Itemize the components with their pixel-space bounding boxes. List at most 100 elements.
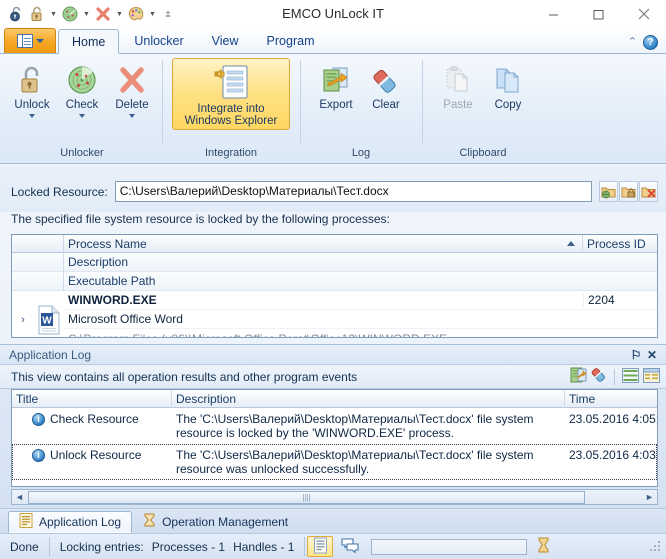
collapse-ribbon-icon[interactable]: ⌃ xyxy=(628,37,637,48)
ribbon-group-unlocker-label: Unlocker xyxy=(60,147,104,159)
list-item[interactable]: i Check Resource The 'C:\Users\Валерий\D… xyxy=(12,408,657,444)
check-button[interactable]: Check xyxy=(58,58,106,119)
clear-resource-button[interactable] xyxy=(639,181,658,202)
check-dropdown-icon[interactable]: ▼ xyxy=(81,3,92,25)
detail-view-icon[interactable] xyxy=(643,367,660,386)
process-grid-subheader-description: Description xyxy=(12,252,657,272)
column-header-process-id[interactable]: Process ID xyxy=(583,235,657,253)
padlock-open-icon xyxy=(17,63,47,97)
operation-management-toggle[interactable] xyxy=(337,536,363,557)
check-icon[interactable] xyxy=(60,3,80,25)
log-document-icon xyxy=(313,537,328,557)
scroll-right-icon[interactable]: ► xyxy=(642,492,657,502)
ribbon-group-clipboard: Paste Copy Clipboard xyxy=(422,54,544,163)
sort-ascending-icon xyxy=(567,240,575,246)
chevron-down-icon[interactable] xyxy=(29,114,35,118)
chevron-down-icon[interactable] xyxy=(79,114,85,118)
table-row-cells: WINWORD.EXE 2204 Microsoft Office Word C… xyxy=(64,291,657,338)
browse-folder-button[interactable] xyxy=(619,181,638,202)
export-icon xyxy=(320,63,352,97)
copy-button[interactable]: Copy xyxy=(484,58,532,112)
table-row-line-path: C:\Program Files (x86)\Microsoft Office … xyxy=(64,329,657,338)
unlock-dropdown-icon[interactable]: ▼ xyxy=(48,3,59,25)
horizontal-scrollbar[interactable]: ◄ |||| ► xyxy=(11,489,658,505)
ribbon-group-integration: Integrate into Windows Explorer Integrat… xyxy=(162,54,300,163)
copy-button-label: Copy xyxy=(494,99,522,111)
export-button[interactable]: Export xyxy=(312,58,360,112)
resize-grip[interactable] xyxy=(649,540,663,554)
integrate-into-windows-explorer-button[interactable]: Integrate into Windows Explorer xyxy=(172,58,290,130)
word-document-icon: W xyxy=(34,291,64,337)
unlock-button-label: Unlock xyxy=(14,99,50,111)
close-button[interactable] xyxy=(621,0,666,28)
log-row-title-cell: i Check Resource xyxy=(12,408,172,444)
tab-program[interactable]: Program xyxy=(254,28,328,53)
unlock-all-icon[interactable] xyxy=(6,3,26,25)
status-bar: Done Locking entries: Processes - 1 Hand… xyxy=(0,533,666,559)
process-grid-header: Process Name Process ID xyxy=(12,235,657,253)
locked-resource-hint: The specified file system resource is lo… xyxy=(11,212,390,226)
application-window: ▼ ▼ ▼ ▼ ⩲ EMCO UnLock IT Home Unlocker V… xyxy=(0,0,666,559)
locked-resource-buttons xyxy=(599,181,658,202)
column-header-time[interactable]: Time xyxy=(565,390,657,408)
radar-icon xyxy=(67,63,97,97)
status-locking-entries: Locking entries: Processes - 1 Handles -… xyxy=(50,534,305,559)
tab-view[interactable]: View xyxy=(199,28,252,53)
cell-process-name: WINWORD.EXE xyxy=(68,293,157,307)
browse-resource-button[interactable] xyxy=(599,181,618,202)
status-busy-indicator xyxy=(533,534,554,559)
tab-home[interactable]: Home xyxy=(58,29,120,54)
ribbon-group-clipboard-label: Clipboard xyxy=(459,147,507,159)
dock-tab-operation-management[interactable]: Operation Management xyxy=(132,511,299,533)
export-button-label: Export xyxy=(319,99,353,111)
scroll-left-icon[interactable]: ◄ xyxy=(12,492,27,502)
clear-button[interactable]: Clear xyxy=(362,58,410,112)
application-log-subtitle: This view contains all operation results… xyxy=(11,369,358,384)
dock-tab-application-log[interactable]: Application Log xyxy=(8,511,133,533)
table-row[interactable]: › W WINWORD.EXE 2204 Microsoft Office Wo… xyxy=(12,291,657,338)
delete-dropdown-icon[interactable]: ▼ xyxy=(114,3,125,25)
toolbar-divider xyxy=(614,368,615,385)
paste-button[interactable]: Paste xyxy=(434,58,482,112)
export-log-icon[interactable] xyxy=(570,367,587,386)
delete-button[interactable]: Delete xyxy=(108,58,156,119)
progress-bar xyxy=(371,538,528,555)
list-view-icon[interactable] xyxy=(622,367,639,386)
application-menu-button[interactable] xyxy=(4,28,56,53)
column-header-title[interactable]: Title xyxy=(12,390,172,408)
pin-icon[interactable]: ⚐ xyxy=(628,348,644,362)
maximize-button[interactable] xyxy=(576,0,621,28)
chevron-down-icon[interactable] xyxy=(129,114,135,118)
tab-unlocker[interactable]: Unlocker xyxy=(121,28,196,53)
tab-program-label: Program xyxy=(266,33,315,48)
close-icon[interactable]: ✕ xyxy=(644,348,660,362)
expand-row-icon[interactable]: › xyxy=(12,291,34,337)
delete-icon[interactable] xyxy=(93,3,113,25)
process-grid-subheader-executable-path: Executable Path xyxy=(12,271,657,291)
column-header-description[interactable]: Description xyxy=(172,390,565,408)
scrollbar-thumb[interactable]: |||| xyxy=(28,490,585,504)
customize-quick-access-icon[interactable]: ⩲ xyxy=(159,3,177,25)
application-menu-icon xyxy=(16,34,33,48)
log-row-title: Unlock Resource xyxy=(50,448,142,462)
minimize-button[interactable] xyxy=(531,0,576,28)
table-row-line-main: WINWORD.EXE 2204 xyxy=(64,291,657,310)
theme-palette-icon[interactable] xyxy=(126,3,146,25)
list-item[interactable]: i Unlock Resource The 'C:\Users\Валерий\… xyxy=(12,444,657,480)
clear-log-icon[interactable] xyxy=(591,367,607,386)
column-header-process-name[interactable]: Process Name xyxy=(64,235,583,253)
tab-view-label: View xyxy=(211,33,239,48)
window-controls xyxy=(531,0,666,28)
unlock-icon[interactable] xyxy=(27,3,47,25)
log-row-title-cell: i Unlock Resource xyxy=(12,444,172,480)
ribbon: Unlock Check Delete Unlocker Integrate i… xyxy=(0,54,666,164)
process-grid-header-indent xyxy=(12,235,64,253)
cell-process-id: 2204 xyxy=(583,293,657,307)
locked-resource-input[interactable]: C:\Users\Валерий\Desktop\Материалы\Тест.… xyxy=(114,181,592,202)
process-grid: Process Name Process ID Description Exec… xyxy=(11,234,658,338)
unlock-button[interactable]: Unlock xyxy=(8,58,56,119)
application-log-toggle[interactable] xyxy=(307,536,334,557)
application-log-titlebar: Application Log ⚐ ✕ xyxy=(0,345,666,365)
help-icon[interactable]: ? xyxy=(643,35,658,50)
theme-dropdown-icon[interactable]: ▼ xyxy=(147,3,158,25)
